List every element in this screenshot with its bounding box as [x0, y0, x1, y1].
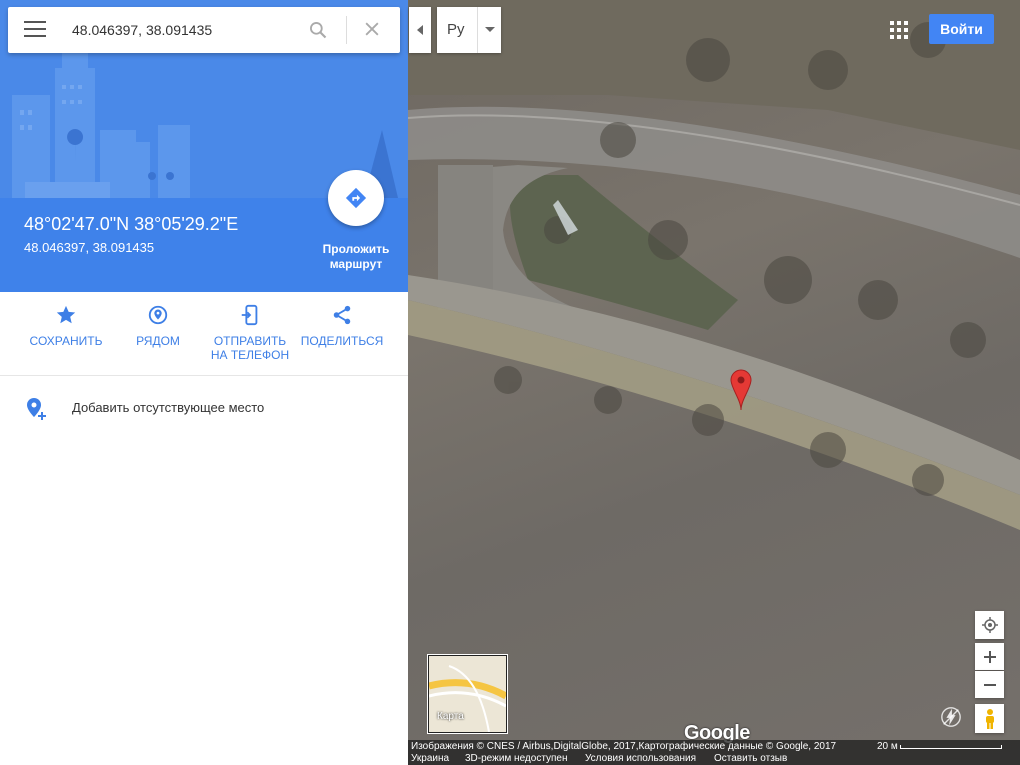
- satellite-map[interactable]: [408, 0, 1020, 765]
- language-value: Ру: [447, 21, 465, 38]
- sign-in-button[interactable]: Войти: [929, 14, 994, 44]
- footer-link-region: Украина: [411, 753, 450, 764]
- share-label: ПОДЕЛИТЬСЯ: [300, 334, 384, 348]
- apps-grid-icon[interactable]: [890, 21, 908, 39]
- action-row: СОХРАНИТЬ РЯДОМ ОТПРАВИТЬ НА ТЕЛЕФОН ПОД…: [0, 292, 408, 376]
- nearby-button[interactable]: РЯДОМ: [112, 304, 204, 348]
- zoom-out-button[interactable]: [975, 671, 1004, 698]
- plus-icon: [983, 650, 996, 663]
- my-location-icon: [981, 617, 998, 633]
- search-box[interactable]: 48.046397, 38.091435: [8, 7, 400, 53]
- directions-label[interactable]: Проложить маршрут: [310, 242, 402, 272]
- scale-label[interactable]: 20 м: [877, 740, 898, 753]
- save-button[interactable]: СОХРАНИТЬ: [20, 304, 112, 348]
- close-icon[interactable]: [362, 19, 382, 39]
- share-icon: [333, 305, 351, 325]
- collapse-panel-button[interactable]: [409, 7, 431, 53]
- satellite-imagery: [408, 0, 1020, 530]
- save-label: СОХРАНИТЬ: [29, 334, 103, 348]
- chevron-left-icon: [417, 25, 423, 35]
- language-selector[interactable]: Ру: [437, 7, 501, 53]
- attribution-bar: Изображения © CNES / Airbus,DigitalGlobe…: [408, 740, 1020, 753]
- pegman-icon: [985, 708, 994, 729]
- flash-off-icon[interactable]: [940, 706, 962, 728]
- send-to-phone-button[interactable]: ОТПРАВИТЬ НА ТЕЛЕФОН: [204, 304, 296, 362]
- hamburger-menu-icon[interactable]: [24, 21, 46, 39]
- footer-links: Украина 3D-режим недоступен Условия испо…: [408, 753, 1020, 765]
- minus-icon: [983, 683, 996, 686]
- add-place-icon: [27, 398, 46, 420]
- street-view-pegman-button[interactable]: [975, 704, 1004, 733]
- coordinates-decimal: 48.046397, 38.091435: [24, 240, 155, 255]
- scale-bar[interactable]: [900, 745, 1002, 749]
- directions-button[interactable]: [328, 170, 384, 226]
- minimap-label: Карта: [437, 711, 464, 722]
- nearby-label: РЯДОМ: [136, 334, 180, 348]
- send-to-phone-label: ОТПРАВИТЬ НА ТЕЛЕФОН: [210, 334, 290, 362]
- search-input[interactable]: 48.046397, 38.091435: [72, 22, 212, 38]
- location-marker-icon[interactable]: [730, 369, 752, 411]
- share-button[interactable]: ПОДЕЛИТЬСЯ: [296, 304, 388, 348]
- search-icon[interactable]: [308, 20, 328, 40]
- attribution-text: Изображения © CNES / Airbus,DigitalGlobe…: [411, 741, 837, 752]
- footer-link-feedback[interactable]: Оставить отзыв: [714, 753, 787, 765]
- footer-link-3d[interactable]: 3D-режим недоступен: [465, 753, 568, 765]
- place-panel: 48°02'47.0"N 38°05'29.2"E 48.046397, 38.…: [0, 0, 408, 765]
- send-to-phone-icon: [241, 304, 258, 326]
- add-missing-place-label: Добавить отсутствующее место: [72, 400, 265, 415]
- add-missing-place-item[interactable]: Добавить отсутствующее место: [0, 394, 408, 422]
- map-type-toggle[interactable]: Карта: [427, 654, 508, 734]
- nearby-pin-icon: [148, 305, 168, 325]
- footer-link-terms[interactable]: Условия использования: [585, 753, 696, 765]
- search-separator: [346, 16, 347, 44]
- coordinates-dms: 48°02'47.0"N 38°05'29.2"E: [24, 214, 239, 234]
- star-icon: [56, 305, 76, 324]
- my-location-button[interactable]: [975, 611, 1004, 639]
- zoom-in-button[interactable]: [975, 643, 1004, 670]
- directions-icon: [345, 187, 367, 209]
- chevron-down-icon[interactable]: [477, 7, 502, 53]
